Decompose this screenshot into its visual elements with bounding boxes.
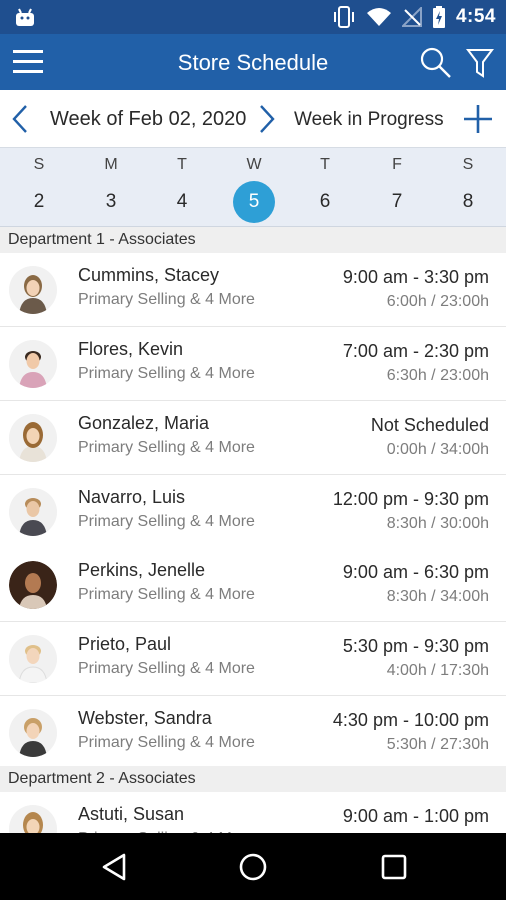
day-number: 7 [391,191,403,212]
week-status: Week in Progress [294,109,444,130]
employee-role: Primary Selling & 4 More [78,734,255,751]
shift-time: 5:30 pm - 9:30 pm [342,636,489,656]
employee-role: Primary Selling & 4 More [78,291,255,308]
employee-row[interactable]: Flores, Kevin Primary Selling & 4 More 7… [0,327,506,401]
scheduled-hours: 5:30h / 27:30h [386,736,489,753]
day-thursday[interactable]: T 6 [289,148,361,227]
day-letter: T [177,156,187,173]
avatar [9,340,57,388]
employee-row[interactable]: Webster, Sandra Primary Selling & 4 More… [0,696,506,770]
avatar [9,709,57,757]
employee-name: Cummins, Stacey [78,265,220,285]
day-number: 5 [233,181,275,223]
avatar [9,635,57,683]
shift-time: 4:30 pm - 10:00 pm [332,710,489,730]
employee-role: Primary Selling & 4 More [78,660,255,677]
day-letter: S [462,156,474,173]
avatar [9,488,57,536]
day-number: 4 [176,191,188,212]
day-letter: M [104,156,118,173]
employee-role: Primary Selling & 4 More [78,586,255,603]
avatar [9,561,57,609]
scheduled-hours: 6:00h / 23:00h [386,293,489,310]
employee-name: Perkins, Jenelle [78,560,206,580]
avatar [9,266,57,314]
chevron-left-icon[interactable] [8,104,34,134]
day-monday[interactable]: M 3 [75,148,147,227]
day-sunday[interactable]: S 2 [3,148,75,227]
shift-time: 9:00 am - 3:30 pm [342,267,489,287]
day-wednesday-selected[interactable]: W 5 [218,148,290,227]
week-navigation-bar: Week of Feb 02, 2020 Week in Progress [0,90,506,148]
employee-row[interactable]: Perkins, Jenelle Primary Selling & 4 Mor… [0,548,506,622]
system-navigation-bar [0,833,506,900]
wifi-icon [366,8,391,26]
scheduled-hours: 8:30h / 34:00h [386,588,489,605]
day-number: 6 [319,191,331,212]
employee-role: Primary Selling & 4 More [78,439,255,456]
status-time: 4:54 [455,6,496,27]
day-letter: F [392,156,402,173]
shift-time: 12:00 pm - 9:30 pm [332,489,489,509]
day-letter: T [320,156,330,173]
search-icon[interactable] [419,46,453,80]
battery-charging-icon [432,6,445,28]
day-number: 8 [462,191,474,212]
scheduled-hours: 0:00h / 34:00h [386,441,489,458]
recents-icon[interactable] [377,850,411,884]
shift-time: 9:00 am - 1:00 pm [342,806,489,826]
back-icon[interactable] [98,850,132,884]
employee-role: Primary Selling & 4 More [78,365,255,382]
home-icon[interactable] [236,850,270,884]
employee-name: Navarro, Luis [78,487,186,507]
employee-name: Webster, Sandra [78,708,212,728]
day-number: 2 [33,191,45,212]
week-label: Week of Feb 02, 2020 [50,108,247,130]
employee-name: Astuti, Susan [78,804,185,824]
no-signal-icon [401,7,422,27]
shift-time: 7:00 am - 2:30 pm [342,341,489,361]
chevron-right-icon[interactable] [253,104,279,134]
department-header: Department 2 - Associates [0,766,506,792]
filter-icon[interactable] [466,46,494,80]
day-letter: S [33,156,45,173]
android-icon [16,8,34,26]
day-friday[interactable]: F 7 [361,148,433,227]
employee-row[interactable]: Prieto, Paul Primary Selling & 4 More 5:… [0,622,506,696]
day-number: 3 [105,191,117,212]
scheduled-hours: 6:30h / 23:00h [386,367,489,384]
employee-row[interactable]: Navarro, Luis Primary Selling & 4 More 1… [0,475,506,549]
day-selector: S 2 M 3 T 4 W 5 T 6 F 7 S 8 [0,148,506,227]
scheduled-hours: 4:00h / 17:30h [386,662,489,679]
status-bar: 4:54 [0,0,506,34]
employee-name: Flores, Kevin [78,339,184,359]
day-saturday[interactable]: S 8 [432,148,504,227]
employee-role: Primary Selling & 4 More [78,513,255,530]
app-bar: Store Schedule [0,34,506,90]
scheduled-hours: 8:30h / 30:00h [386,515,489,532]
day-tuesday[interactable]: T 4 [146,148,218,227]
employee-name: Gonzalez, Maria [78,413,210,433]
plus-icon[interactable] [461,102,495,136]
vibrate-icon [333,6,354,28]
shift-time: Not Scheduled [370,415,489,435]
employee-row[interactable]: Cummins, Stacey Primary Selling & 4 More… [0,253,506,327]
day-letter: W [246,156,262,173]
employee-name: Prieto, Paul [78,634,172,654]
avatar [9,414,57,462]
department-header: Department 1 - Associates [0,227,506,253]
shift-time: 9:00 am - 6:30 pm [342,562,489,582]
employee-row[interactable]: Gonzalez, Maria Primary Selling & 4 More… [0,401,506,475]
